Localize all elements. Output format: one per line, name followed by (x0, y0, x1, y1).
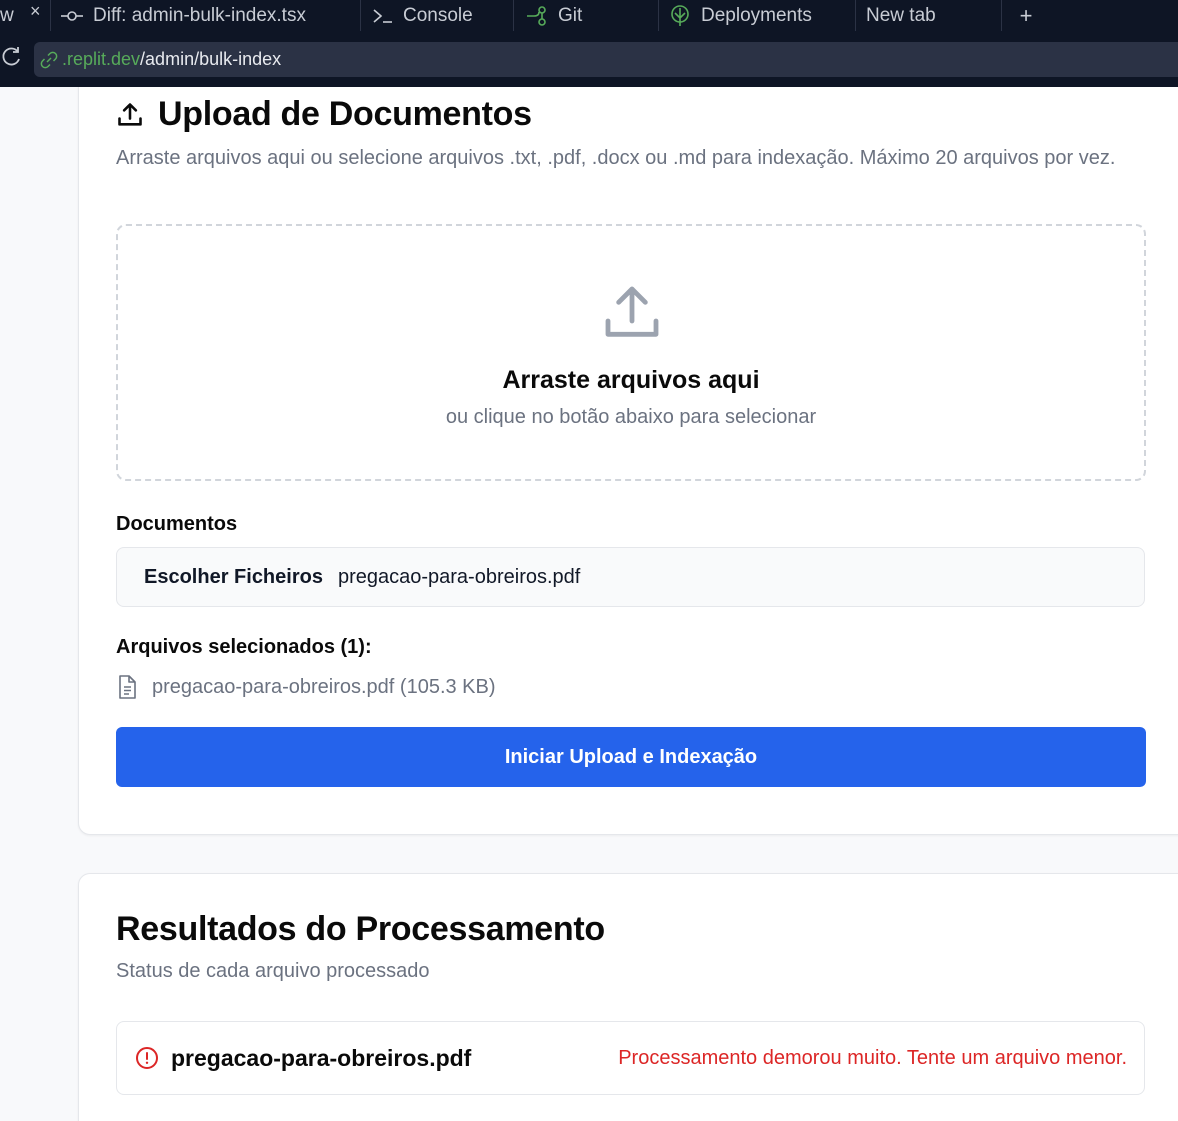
result-file-name: pregacao-para-obreiros.pdf (171, 1045, 472, 1071)
upload-title-text: Upload de Documentos (158, 95, 532, 133)
tab-label: Diff: admin-bulk-index.tsx (93, 4, 306, 26)
documents-label: Documentos (116, 513, 238, 535)
results-card: Resultados do Processamento Status de ca… (78, 873, 1178, 1121)
file-icon (116, 675, 138, 699)
plus-icon: + (1019, 2, 1033, 28)
left-margin (0, 87, 78, 1121)
deploy-icon (669, 4, 691, 27)
tab-console[interactable]: Console (361, 0, 514, 31)
chosen-file-name: pregacao-para-obreiros.pdf (337, 565, 581, 588)
upload-card: Upload de Documentos Arraste arquivos aq… (78, 87, 1178, 835)
result-row: pregacao-para-obreiros.pdf Processamento… (116, 1021, 1145, 1095)
tab-deployments[interactable]: Deployments (659, 0, 856, 31)
address-bar: .replit.dev/admin/bulk-index (0, 31, 1178, 87)
upload-description: Arraste arquivos aqui ou selecione arqui… (116, 147, 1116, 169)
error-icon (135, 1046, 159, 1075)
link-icon (40, 51, 58, 69)
new-tab-button[interactable]: + (1002, 0, 1050, 31)
upload-icon (600, 281, 664, 350)
url-domain: .replit.dev (62, 49, 141, 69)
tab-git[interactable]: Git (514, 0, 659, 31)
upload-title: Upload de Documentos (116, 95, 532, 134)
results-subtitle: Status de cada arquivo processado (116, 960, 430, 982)
file-dropzone[interactable]: Arraste arquivos aqui ou clique no botão… (116, 224, 1146, 481)
url-field[interactable]: .replit.dev/admin/bulk-index (34, 42, 1178, 77)
dropzone-subtitle: ou clique no botão abaixo para seleciona… (445, 406, 817, 428)
upload-icon (116, 101, 144, 129)
close-icon[interactable]: × (30, 1, 41, 22)
tab-new[interactable]: New tab (856, 0, 1002, 31)
tab-label: w (0, 4, 14, 26)
start-upload-button[interactable]: Iniciar Upload e Indexação (116, 727, 1146, 787)
tab-previous[interactable]: w × (0, 0, 51, 31)
choose-files-button[interactable]: Escolher Ficheiros (144, 566, 323, 589)
tab-label: New tab (866, 4, 936, 26)
terminal-icon (373, 8, 393, 24)
url-path: /admin/bulk-index (140, 49, 282, 69)
selected-files-label: Arquivos selecionados (1): (116, 636, 372, 658)
tab-diff[interactable]: Diff: admin-bulk-index.tsx (51, 0, 361, 31)
list-item: pregacao-para-obreiros.pdf (105.3 KB) (116, 675, 496, 699)
selected-file-text: pregacao-para-obreiros.pdf (105.3 KB) (152, 675, 496, 698)
result-error-message: Processamento demorou muito. Tente um ar… (618, 1047, 1127, 1069)
file-input[interactable]: Escolher Ficheiros pregacao-para-obreiro… (116, 547, 1145, 607)
results-title: Resultados do Processamento (116, 910, 605, 948)
tab-label: Git (558, 4, 583, 26)
tab-label: Deployments (701, 4, 812, 26)
page-content: Upload de Documentos Arraste arquivos aq… (0, 87, 1178, 1121)
tab-label: Console (403, 4, 473, 26)
git-branch-icon (526, 5, 548, 26)
commit-icon (61, 10, 83, 22)
dropzone-title: Arraste arquivos aqui (502, 366, 760, 394)
browser-tab-bar: w × Diff: admin-bulk-index.tsx Console G… (0, 0, 1178, 31)
reload-icon[interactable] (0, 46, 22, 73)
